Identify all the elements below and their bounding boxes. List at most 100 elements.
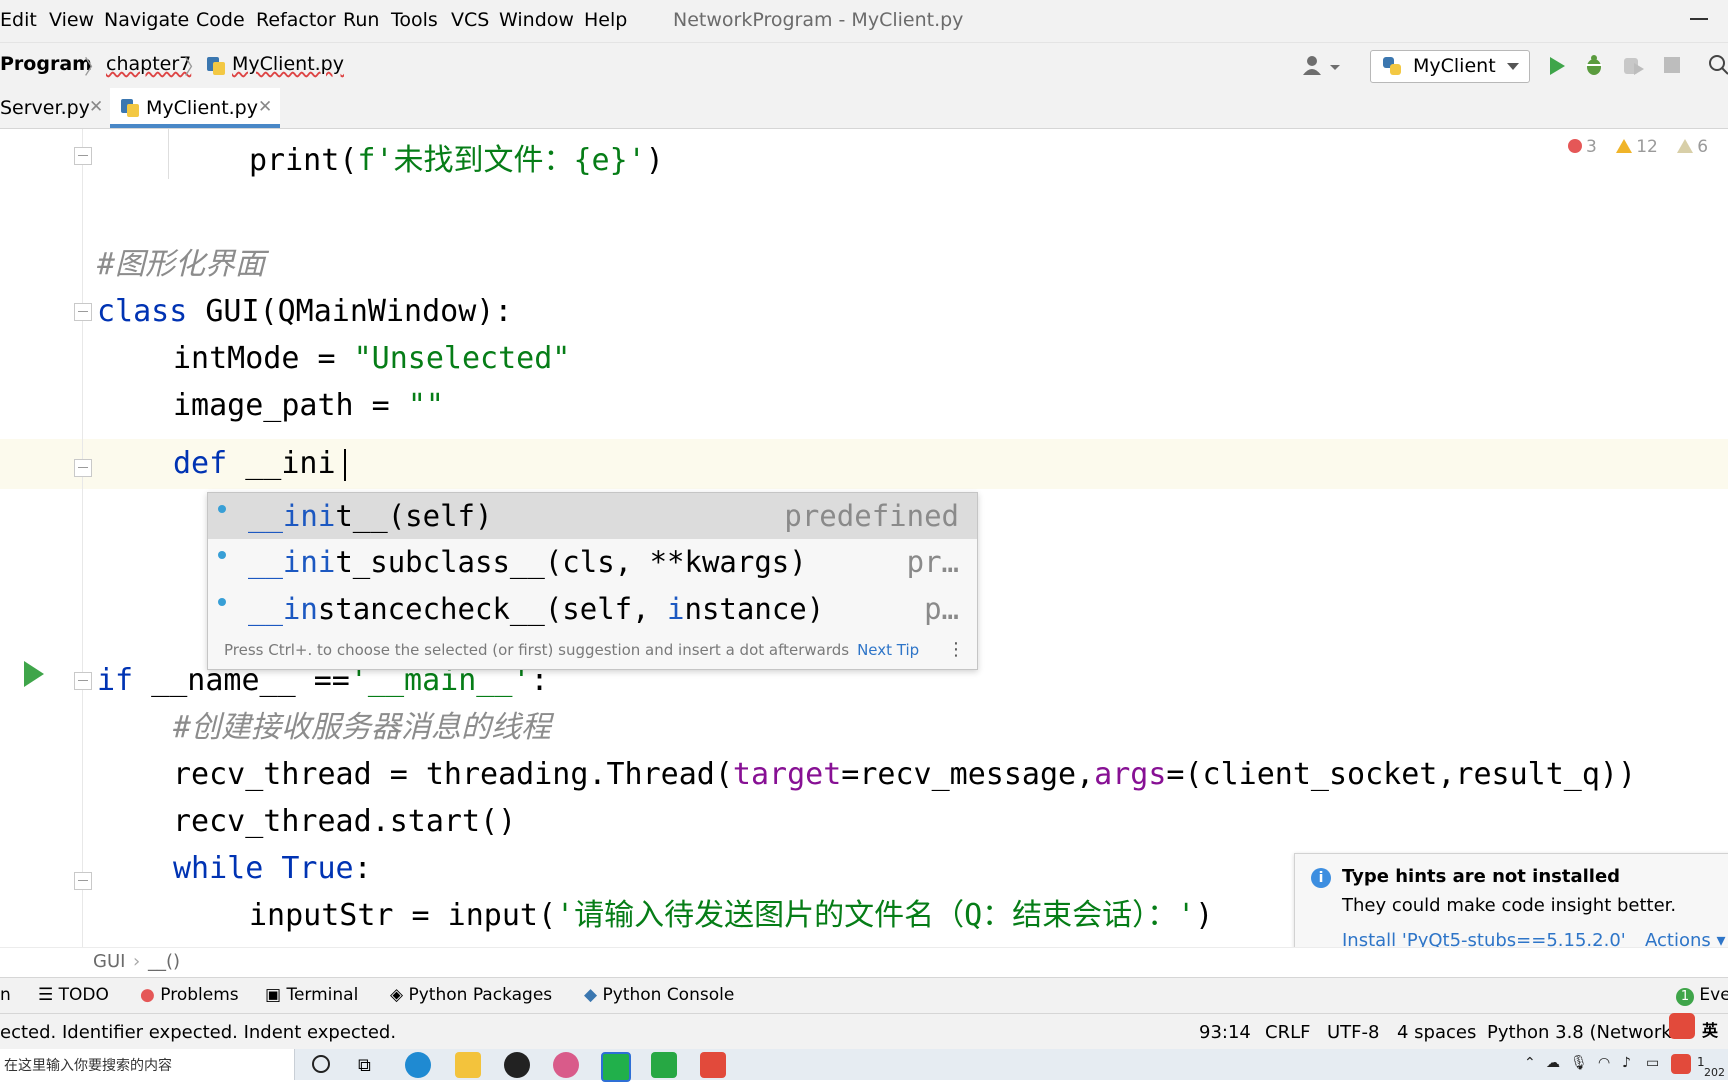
tool-window-label: Python Packages xyxy=(408,985,553,1005)
snipping-icon[interactable] xyxy=(553,1052,579,1078)
inspection-widget[interactable]: 3 12 6 xyxy=(1568,137,1708,157)
completion-item[interactable]: __init_subclass__(cls, **kwargs) pr… xyxy=(208,539,977,585)
code-param: args xyxy=(1094,757,1167,792)
user-icon[interactable] xyxy=(1302,55,1342,77)
notification-body: They could make code insight better. xyxy=(1342,895,1677,916)
coverage-icon[interactable] xyxy=(1622,55,1646,77)
menu-refactor[interactable]: Refactor xyxy=(256,9,336,31)
cloud-icon[interactable]: ☁ xyxy=(1546,1055,1560,1071)
app-red-icon[interactable] xyxy=(700,1052,726,1078)
tool-window-todo[interactable]: ☰ TODO xyxy=(38,985,109,1005)
completion-item[interactable]: __init__(self) predefined xyxy=(208,493,977,539)
menu-tools[interactable]: Tools xyxy=(391,9,438,31)
info-icon: i xyxy=(1311,868,1331,888)
menu-run[interactable]: Run xyxy=(343,9,379,31)
code-keyword: def xyxy=(173,446,228,481)
menu-navigate[interactable]: Navigate xyxy=(104,9,189,31)
code-string: "Unselected" xyxy=(353,341,571,376)
breadcrumb-file[interactable]: MyClient.py xyxy=(232,53,344,75)
fold-marker[interactable] xyxy=(74,303,92,321)
fold-marker[interactable] xyxy=(74,872,92,890)
code-line: intMode = "Unselected" xyxy=(173,335,570,383)
breadcrumb-class[interactable]: GUI xyxy=(93,951,125,972)
tool-window-problems[interactable]: ● Problems xyxy=(140,985,239,1005)
menu-help[interactable]: Help xyxy=(584,9,627,31)
code-token: ) xyxy=(1195,898,1214,933)
menu-code[interactable]: Code xyxy=(196,9,245,31)
next-tip-link[interactable]: Next Tip xyxy=(857,641,919,659)
pycharm-icon[interactable] xyxy=(601,1052,631,1082)
wifi-icon[interactable]: ◠ xyxy=(1598,1055,1610,1071)
indent-setting[interactable]: 4 spaces xyxy=(1397,1022,1476,1043)
run-icon[interactable] xyxy=(1547,56,1567,76)
volume-icon[interactable]: ♪ xyxy=(1622,1055,1631,1071)
code-token: ) xyxy=(645,143,664,178)
menu-view[interactable]: View xyxy=(49,9,94,31)
chevron-right-icon: › xyxy=(133,951,141,972)
code-token: __ini xyxy=(227,446,336,481)
sogou-icon[interactable] xyxy=(1671,1054,1691,1074)
completion-match: __ini xyxy=(248,545,336,579)
tab-myclient[interactable]: MyClient.py ✕ xyxy=(110,88,280,128)
tool-window-event-log[interactable]: 1 Eve xyxy=(1676,985,1728,1006)
tool-window-python-packages[interactable]: ◈ Python Packages xyxy=(390,985,552,1005)
completion-popup[interactable]: __init__(self) predefined __init_subclas… xyxy=(207,492,978,670)
sogou-floating-icon[interactable] xyxy=(1669,1013,1695,1039)
close-icon[interactable]: ✕ xyxy=(258,97,272,117)
taskbar-search[interactable]: 在这里输入你要搜索的内容 xyxy=(0,1049,295,1080)
line-separator[interactable]: CRLF xyxy=(1265,1022,1310,1043)
clock-date[interactable]: 202 xyxy=(1704,1066,1725,1079)
stop-icon[interactable] xyxy=(1664,57,1680,73)
file-explorer-icon[interactable] xyxy=(455,1052,481,1078)
chevron-right-icon: 〉 xyxy=(84,55,104,79)
list-icon: ☰ xyxy=(38,985,59,1005)
minimize-button[interactable] xyxy=(1690,18,1708,20)
code-editor[interactable]: 3 12 6 print(f'未找到文件：{e}') #图形化界面 class … xyxy=(0,129,1728,947)
weak-warning-count: 6 xyxy=(1697,137,1709,157)
completion-tip-text: Press Ctrl+. to choose the selected (or … xyxy=(224,641,850,659)
task-view-icon[interactable]: ⧉ xyxy=(358,1055,371,1076)
more-options-icon[interactable]: ⋮ xyxy=(947,639,965,660)
completion-tip: Press Ctrl+. to choose the selected (or … xyxy=(224,641,919,659)
search-icon[interactable] xyxy=(1708,54,1728,76)
fold-marker[interactable] xyxy=(74,672,92,690)
file-encoding[interactable]: UTF-8 xyxy=(1327,1022,1379,1043)
chevron-up-icon[interactable]: ⌃ xyxy=(1524,1055,1536,1071)
menu-vcs[interactable]: VCS xyxy=(451,9,489,31)
taskbar-search-placeholder: 在这里输入你要搜索的内容 xyxy=(4,1058,172,1074)
qq-icon[interactable] xyxy=(504,1052,530,1078)
method-icon xyxy=(218,551,226,559)
breadcrumb-folder[interactable]: chapter7 xyxy=(106,53,191,75)
code-line: inputStr = input('请输入待发送图片的文件名（Q：结束会话）：'… xyxy=(249,892,1213,940)
debug-icon[interactable] xyxy=(1583,54,1605,76)
breadcrumb-project[interactable]: Program xyxy=(0,53,92,75)
menu-window[interactable]: Window xyxy=(499,9,574,31)
input-icon[interactable]: ▭ xyxy=(1646,1055,1659,1071)
method-icon xyxy=(218,505,226,513)
tool-window-partial[interactable]: n xyxy=(0,985,11,1005)
interpreter[interactable]: Python 3.8 (NetworkP xyxy=(1487,1022,1683,1043)
microphone-icon[interactable]: 🎙 xyxy=(1570,1055,1588,1071)
tool-window-terminal[interactable]: ▣ Terminal xyxy=(265,985,358,1005)
code-param: target xyxy=(732,757,842,792)
cortana-icon[interactable] xyxy=(312,1055,330,1073)
code-comment: #创建接收服务器消息的线程 xyxy=(173,710,552,745)
breadcrumb-method[interactable]: __() xyxy=(148,951,180,972)
tool-window-python-console[interactable]: ◆ Python Console xyxy=(584,985,734,1005)
fold-marker[interactable] xyxy=(74,459,92,477)
completion-match: i xyxy=(667,592,685,626)
ime-mode[interactable]: 英 xyxy=(1702,1017,1718,1041)
run-configuration-select[interactable]: MyClient xyxy=(1370,50,1530,83)
edge-icon[interactable] xyxy=(405,1052,431,1078)
app-green-icon[interactable] xyxy=(651,1052,677,1078)
navigation-bar: Program 〉 chapter7 〉 MyClient.py MyClien… xyxy=(0,42,1728,89)
completion-rest: t_subclass__(cls, **kwargs) xyxy=(335,545,807,579)
code-string: '请输入待发送图片的文件名（Q：结束会话）：' xyxy=(556,898,1196,933)
close-icon[interactable]: ✕ xyxy=(89,97,103,117)
menu-edit[interactable]: Edit xyxy=(0,9,37,31)
completion-item[interactable]: __instancecheck__(self, instance) p… xyxy=(208,586,977,632)
tab-server[interactable]: Server.py ✕ xyxy=(0,88,108,128)
caret-position[interactable]: 93:14 xyxy=(1199,1022,1251,1043)
run-gutter-icon[interactable] xyxy=(24,661,44,687)
fold-marker[interactable] xyxy=(74,147,92,165)
